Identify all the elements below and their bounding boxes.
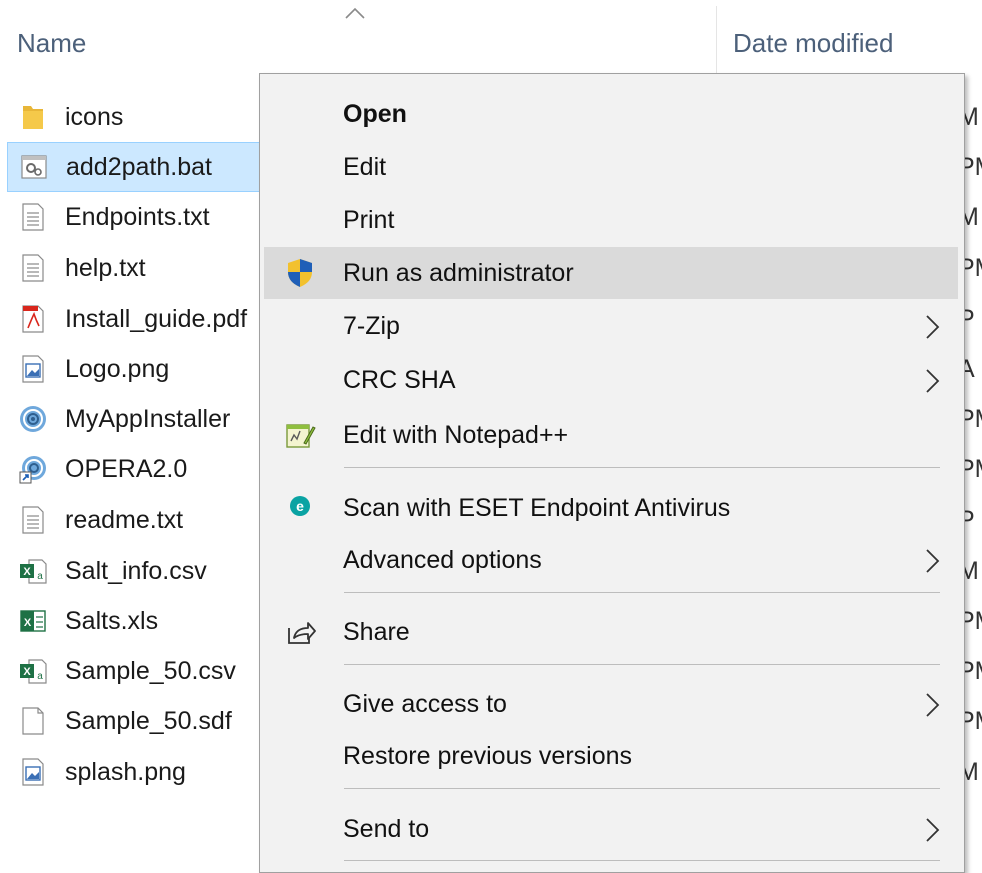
- file-name: Sample_50.csv: [65, 657, 236, 685]
- menu-item-edit[interactable]: Edit: [264, 141, 958, 193]
- csv-file-icon: X a: [20, 559, 47, 584]
- menu-item-7zip[interactable]: 7-Zip: [264, 300, 958, 352]
- svg-text:a: a: [37, 571, 43, 582]
- menu-item-label: Edit with Notepad++: [343, 421, 569, 449]
- menu-item-share[interactable]: Share: [264, 606, 958, 658]
- file-name: splash.png: [65, 758, 186, 786]
- chevron-right-icon: [926, 369, 940, 393]
- menu-item-label: Advanced options: [343, 546, 542, 574]
- svg-text:X: X: [23, 566, 31, 578]
- menu-item-label: CRC SHA: [343, 366, 456, 394]
- svg-text:e: e: [296, 498, 304, 514]
- file-name: Logo.png: [65, 355, 170, 383]
- menu-separator: [344, 592, 940, 593]
- menu-item-label: Run as administrator: [343, 259, 574, 287]
- menu-item-restore-previous-versions[interactable]: Restore previous versions: [264, 730, 958, 782]
- shortcut-icon: [19, 456, 46, 484]
- menu-item-edit-with-notepad-plus-plus[interactable]: Edit with Notepad++: [264, 409, 958, 461]
- csv-file-icon: X a: [20, 659, 47, 684]
- file-name: Install_guide.pdf: [65, 305, 248, 333]
- menu-item-print[interactable]: Print: [264, 194, 958, 246]
- excel-file-icon: X: [20, 610, 46, 632]
- menu-item-run-as-administrator[interactable]: Run as administrator: [264, 247, 958, 299]
- date-modified-column-header[interactable]: Date modified: [733, 28, 893, 59]
- installer-icon: [20, 406, 46, 432]
- chevron-right-icon: [926, 818, 940, 842]
- chevron-right-icon: [926, 693, 940, 717]
- column-divider[interactable]: [716, 6, 717, 74]
- chevron-right-icon: [926, 315, 940, 339]
- menu-separator: [344, 788, 940, 789]
- menu-item-label: Print: [343, 206, 395, 234]
- menu-item-scan-with-eset[interactable]: e Scan with ESET Endpoint Antivirus: [264, 482, 958, 534]
- blank-file-icon: [22, 707, 44, 735]
- file-name: MyAppInstaller: [65, 405, 231, 433]
- svg-text:X: X: [23, 666, 31, 678]
- menu-separator: [344, 860, 940, 861]
- menu-separator: [344, 664, 940, 665]
- menu-item-label: Share: [343, 618, 410, 646]
- name-column-header[interactable]: Name: [17, 28, 86, 59]
- menu-item-crc-sha[interactable]: CRC SHA: [264, 354, 958, 406]
- file-name: help.txt: [65, 254, 146, 282]
- notepad-plus-plus-icon: [286, 424, 316, 448]
- image-file-icon: [22, 758, 44, 786]
- batch-file-icon: [21, 155, 47, 179]
- column-header: Name Date modified: [0, 0, 982, 80]
- folder-icon: [23, 106, 43, 129]
- file-name: Endpoints.txt: [65, 203, 210, 231]
- menu-item-label: Restore previous versions: [343, 742, 633, 770]
- menu-item-advanced-options[interactable]: Advanced options: [264, 534, 958, 586]
- chevron-right-icon: [926, 549, 940, 573]
- pdf-file-icon: [22, 305, 44, 333]
- uac-shield-icon: [288, 259, 312, 287]
- file-name: add2path.bat: [66, 153, 212, 181]
- file-name: Salts.xls: [65, 607, 159, 635]
- menu-item-label: Edit: [343, 153, 387, 181]
- file-name: Salt_info.csv: [65, 557, 207, 585]
- menu-item-open[interactable]: Open: [264, 88, 958, 140]
- file-name: Sample_50.sdf: [65, 707, 232, 735]
- menu-item-label: Open: [343, 100, 407, 128]
- context-menu: Open Edit Print Run as administrator 7-Z…: [259, 73, 965, 873]
- svg-text:X: X: [24, 617, 32, 629]
- sort-ascending-icon[interactable]: [343, 6, 367, 20]
- menu-item-send-to[interactable]: Send to: [264, 803, 958, 855]
- menu-item-label: Send to: [343, 815, 430, 843]
- text-file-icon: [22, 254, 44, 282]
- text-file-icon: [22, 506, 44, 534]
- menu-item-label: 7-Zip: [343, 312, 400, 340]
- eset-icon: e: [290, 496, 310, 516]
- menu-item-give-access-to[interactable]: Give access to: [264, 678, 958, 730]
- text-file-icon: [22, 203, 44, 231]
- file-name: OPERA2.0: [65, 455, 188, 483]
- menu-item-label: Give access to: [343, 690, 507, 718]
- menu-separator: [344, 467, 940, 468]
- file-name: readme.txt: [65, 506, 184, 534]
- share-icon: [288, 622, 316, 644]
- menu-item-label: Scan with ESET Endpoint Antivirus: [343, 494, 731, 522]
- file-name: icons: [65, 103, 124, 131]
- svg-text:a: a: [37, 671, 43, 682]
- image-file-icon: [22, 355, 44, 383]
